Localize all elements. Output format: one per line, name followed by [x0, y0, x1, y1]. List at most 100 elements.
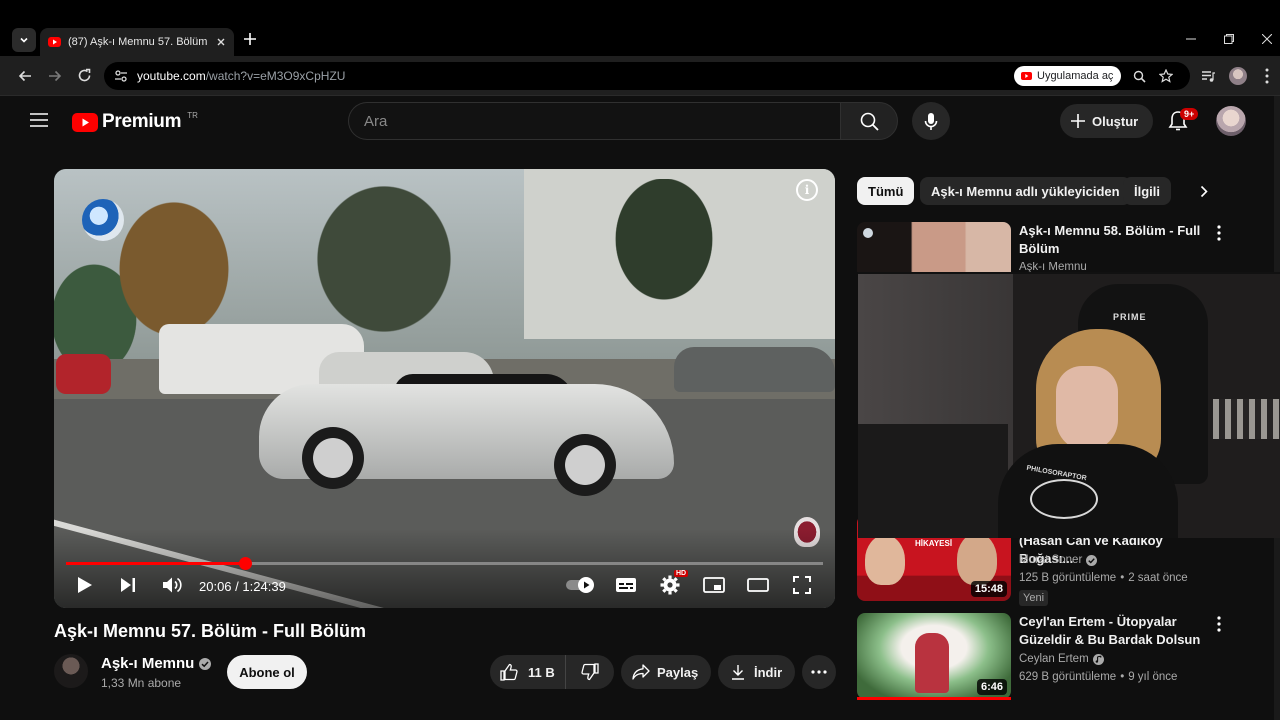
- download-icon: [732, 665, 744, 680]
- fullscreen-button[interactable]: [791, 574, 813, 596]
- rec-channel: Aşk-ı Memnu: [1019, 262, 1087, 272]
- rec-title[interactable]: Aşk-ı Memnu 58. Bölüm - Full Bölüm: [1019, 222, 1209, 258]
- rec-thumbnail[interactable]: 6:46: [857, 613, 1011, 699]
- rec-more-button[interactable]: [1212, 614, 1226, 634]
- rec-channel-name: Murat Soner: [1019, 554, 1083, 566]
- minimize-icon[interactable]: [1186, 34, 1196, 44]
- like-button[interactable]: 11 B: [490, 655, 566, 689]
- channel-avatar[interactable]: [54, 654, 88, 688]
- zoom-icon[interactable]: [1133, 70, 1146, 83]
- rec-thumbnail[interactable]: [857, 222, 1011, 272]
- chip-related[interactable]: İlgili: [1123, 177, 1171, 205]
- chevron-down-icon: [20, 37, 28, 43]
- new-tab-plus-icon[interactable]: [243, 32, 257, 46]
- channel-name-row[interactable]: Aşk-ı Memnu: [101, 655, 212, 672]
- more-actions-button[interactable]: [802, 655, 836, 689]
- rec-channel: Ceylan Ertem: [1019, 653, 1104, 665]
- progress-played: [66, 562, 246, 565]
- chip-all[interactable]: Tümü: [857, 177, 915, 205]
- rec-stats: 125 B görüntüleme • 2 saat önce: [1019, 572, 1188, 584]
- search-input[interactable]: Ara: [348, 102, 840, 140]
- search-placeholder: Ara: [364, 113, 388, 130]
- miniplayer-button[interactable]: [702, 574, 726, 596]
- close-icon[interactable]: [216, 37, 226, 47]
- voice-search-button[interactable]: [912, 102, 950, 140]
- info-icon[interactable]: i: [796, 179, 818, 201]
- search-button[interactable]: [840, 102, 898, 140]
- autoplay-toggle-icon: [566, 577, 594, 593]
- webcam-shelf: [1213, 399, 1280, 439]
- subscribe-button[interactable]: Abone ol: [227, 655, 307, 689]
- create-button[interactable]: Oluştur: [1060, 104, 1153, 138]
- youtube-premium-logo[interactable]: Premium TR: [72, 111, 198, 133]
- dislike-button[interactable]: [566, 655, 614, 689]
- site-settings-icon[interactable]: [114, 69, 128, 83]
- play-button[interactable]: [76, 574, 94, 596]
- share-button[interactable]: Paylaş: [621, 655, 711, 689]
- settings-icon: [660, 575, 680, 595]
- chair-brand-label: PRIME: [1113, 312, 1147, 322]
- dislike-icon: [581, 663, 599, 681]
- channel-subscribers: 1,33 Mn abone: [101, 676, 182, 690]
- video-frame-wheel: [302, 427, 364, 489]
- plus-icon: [1071, 114, 1085, 128]
- progress-scrubber[interactable]: [238, 557, 252, 570]
- rec-channel-name: Aşk-ı Memnu: [1019, 262, 1087, 272]
- browser-toolbar: youtube.com/watch?v=eM3O9xCpHZU Uygulama…: [0, 56, 1280, 96]
- autoplay-toggle[interactable]: [564, 574, 598, 596]
- verified-icon: [199, 657, 212, 670]
- window-close-icon[interactable]: [1262, 34, 1272, 44]
- logo-text: Premium: [102, 111, 182, 132]
- like-count: 11 B: [528, 664, 555, 680]
- chips-next-button[interactable]: [1192, 179, 1216, 203]
- channel-name[interactable]: Aşk-ı Memnu: [101, 655, 194, 672]
- reload-icon[interactable]: [77, 68, 92, 83]
- share-label: Paylaş: [657, 664, 699, 680]
- rec-more-button[interactable]: [1212, 223, 1226, 243]
- video-player[interactable]: i 20:06 / 1:24:39 HD: [54, 169, 835, 608]
- rec-title-line: Güzeldir & Bu Bardak Dolsun: [1019, 632, 1201, 647]
- address-bar[interactable]: youtube.com/watch?v=eM3O9xCpHZU Uygulama…: [104, 62, 1190, 90]
- subtitles-button[interactable]: [614, 574, 638, 596]
- video-frame-dark-car: [674, 347, 835, 392]
- account-avatar[interactable]: [1216, 106, 1246, 136]
- media-icon[interactable]: [1201, 69, 1215, 83]
- time-display: 20:06 / 1:24:39: [199, 579, 286, 594]
- video-frame-red-car: [56, 354, 111, 394]
- controls-gradient: [54, 529, 835, 608]
- rec-dot: •: [1120, 671, 1125, 683]
- star-icon[interactable]: [1159, 69, 1173, 83]
- rec-title-line: Bölüm: [1019, 241, 1060, 256]
- back-icon[interactable]: [18, 69, 32, 83]
- next-button[interactable]: [119, 574, 137, 596]
- rec-duration: 6:46: [976, 679, 1007, 695]
- chip-from-uploader[interactable]: Aşk-ı Memnu adlı yükleyiciden: [920, 177, 1131, 205]
- volume-button[interactable]: [161, 574, 183, 596]
- hamburger-icon[interactable]: [30, 112, 48, 128]
- theater-button[interactable]: [746, 574, 770, 596]
- tab-list-button[interactable]: [12, 28, 36, 52]
- rec-title[interactable]: Ceyl'an Ertem - Ütopyalar Güzeldir & Bu …: [1019, 613, 1209, 649]
- rec-channel-logo-icon: [863, 228, 873, 238]
- youtube-app-icon: [1021, 72, 1032, 80]
- profile-avatar-icon[interactable]: [1229, 67, 1247, 85]
- theater-icon: [747, 578, 769, 592]
- like-dislike-group: 11 B: [490, 655, 614, 689]
- settings-button[interactable]: HD: [658, 570, 689, 596]
- download-label: İndir: [754, 664, 783, 680]
- forward-icon[interactable]: [48, 69, 62, 83]
- notification-badge: 9+: [1180, 108, 1199, 120]
- music-note-icon: [1092, 653, 1104, 665]
- share-icon: [632, 664, 650, 680]
- kebab-icon[interactable]: [1265, 68, 1269, 84]
- restore-icon[interactable]: [1224, 34, 1234, 44]
- rec-thumb-person: [865, 535, 905, 585]
- search-icon: [860, 112, 879, 131]
- download-button[interactable]: İndir: [718, 655, 795, 689]
- browser-tab-active[interactable]: (87) Aşk-ı Memnu 57. Bölüm - F: [40, 28, 234, 56]
- progress-bar[interactable]: [66, 557, 823, 570]
- open-in-app-button[interactable]: Uygulamada aç: [1014, 66, 1122, 86]
- url-path: /watch?v=eM3O9xCpHZU: [205, 69, 346, 83]
- chevron-right-icon: [1200, 185, 1208, 197]
- rec-channel-name: Ceylan Ertem: [1019, 653, 1089, 665]
